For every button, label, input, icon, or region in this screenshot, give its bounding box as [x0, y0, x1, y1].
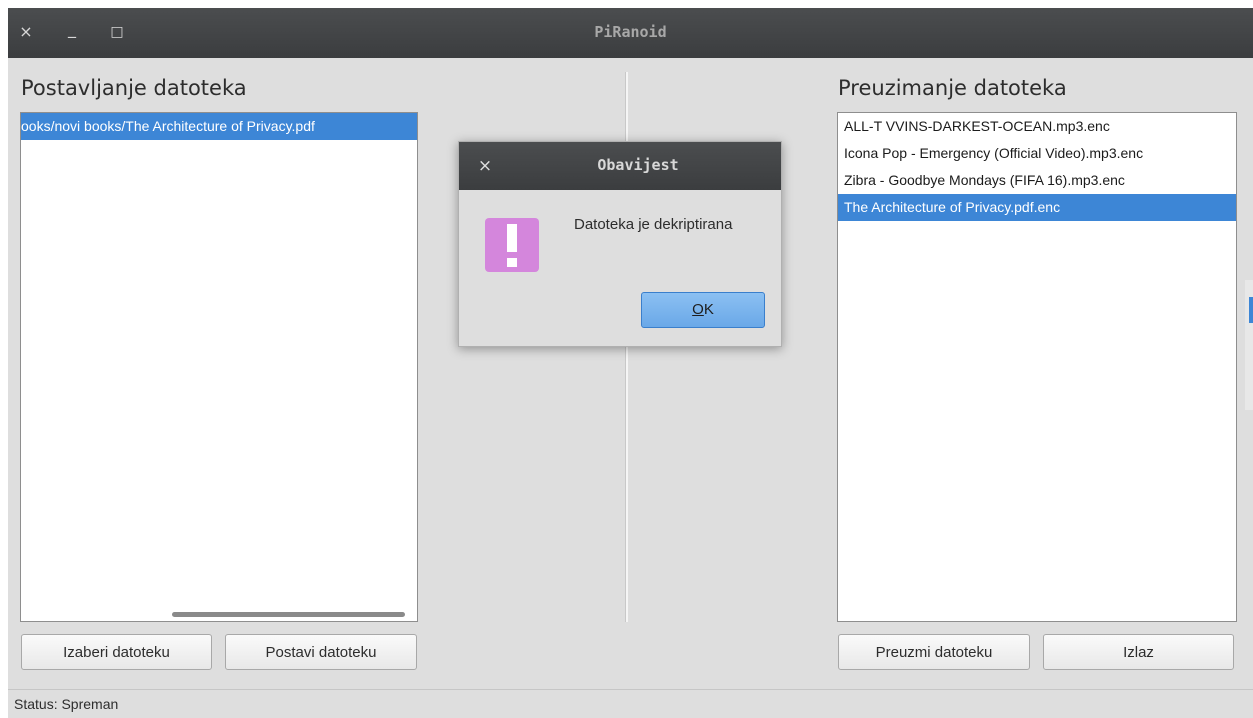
warning-exclamation-icon — [485, 218, 539, 272]
ok-button[interactable]: OK — [641, 292, 765, 328]
download-file-list[interactable]: ALL-T VVINS-DARKEST-OCEAN.mp3.enc Icona P… — [837, 112, 1237, 622]
upload-file-button[interactable]: Postavi datoteku — [225, 634, 417, 670]
exit-button[interactable]: Izlaz — [1043, 634, 1234, 670]
list-item[interactable]: The Architecture of Privacy.pdf.enc — [838, 194, 1236, 221]
exclamation-bar — [507, 224, 517, 252]
background-window-accent — [1249, 297, 1253, 323]
main-window: × _ □ PiRanoid Postavljanje datoteka ook… — [8, 8, 1253, 718]
download-file-button[interactable]: Preuzmi datoteku — [838, 634, 1030, 670]
upload-file-list[interactable]: ooks/novi books/The Architecture of Priv… — [20, 112, 418, 622]
ok-mnemonic: O — [692, 301, 704, 318]
list-item[interactable]: ooks/novi books/The Architecture of Priv… — [21, 113, 417, 140]
window-titlebar[interactable]: × _ □ PiRanoid — [8, 8, 1253, 58]
list-item[interactable]: ALL-T VVINS-DARKEST-OCEAN.mp3.enc — [838, 113, 1236, 140]
window-title: PiRanoid — [594, 23, 667, 41]
dialog-title: Obavijest — [597, 156, 679, 174]
exclamation-dot — [507, 258, 517, 267]
ok-label-rest: K — [703, 301, 714, 318]
download-heading: Preuzimanje datoteka — [838, 76, 1067, 100]
list-item[interactable]: Zibra - Goodbye Mondays (FIFA 16).mp3.en… — [838, 167, 1236, 194]
notification-dialog: × Obavijest Datoteka je dekriptirana OK — [458, 141, 782, 347]
dialog-message: Datoteka je dekriptirana — [574, 216, 733, 233]
status-bar: Status: Spreman — [8, 689, 1253, 718]
horizontal-scrollbar[interactable] — [172, 612, 405, 617]
status-text: Status: Spreman — [14, 696, 119, 712]
upload-heading: Postavljanje datoteka — [21, 76, 247, 100]
dialog-titlebar[interactable]: × Obavijest — [459, 142, 781, 190]
list-item[interactable]: Icona Pop - Emergency (Official Video).m… — [838, 140, 1236, 167]
choose-file-button[interactable]: Izaberi datoteku — [21, 634, 212, 670]
